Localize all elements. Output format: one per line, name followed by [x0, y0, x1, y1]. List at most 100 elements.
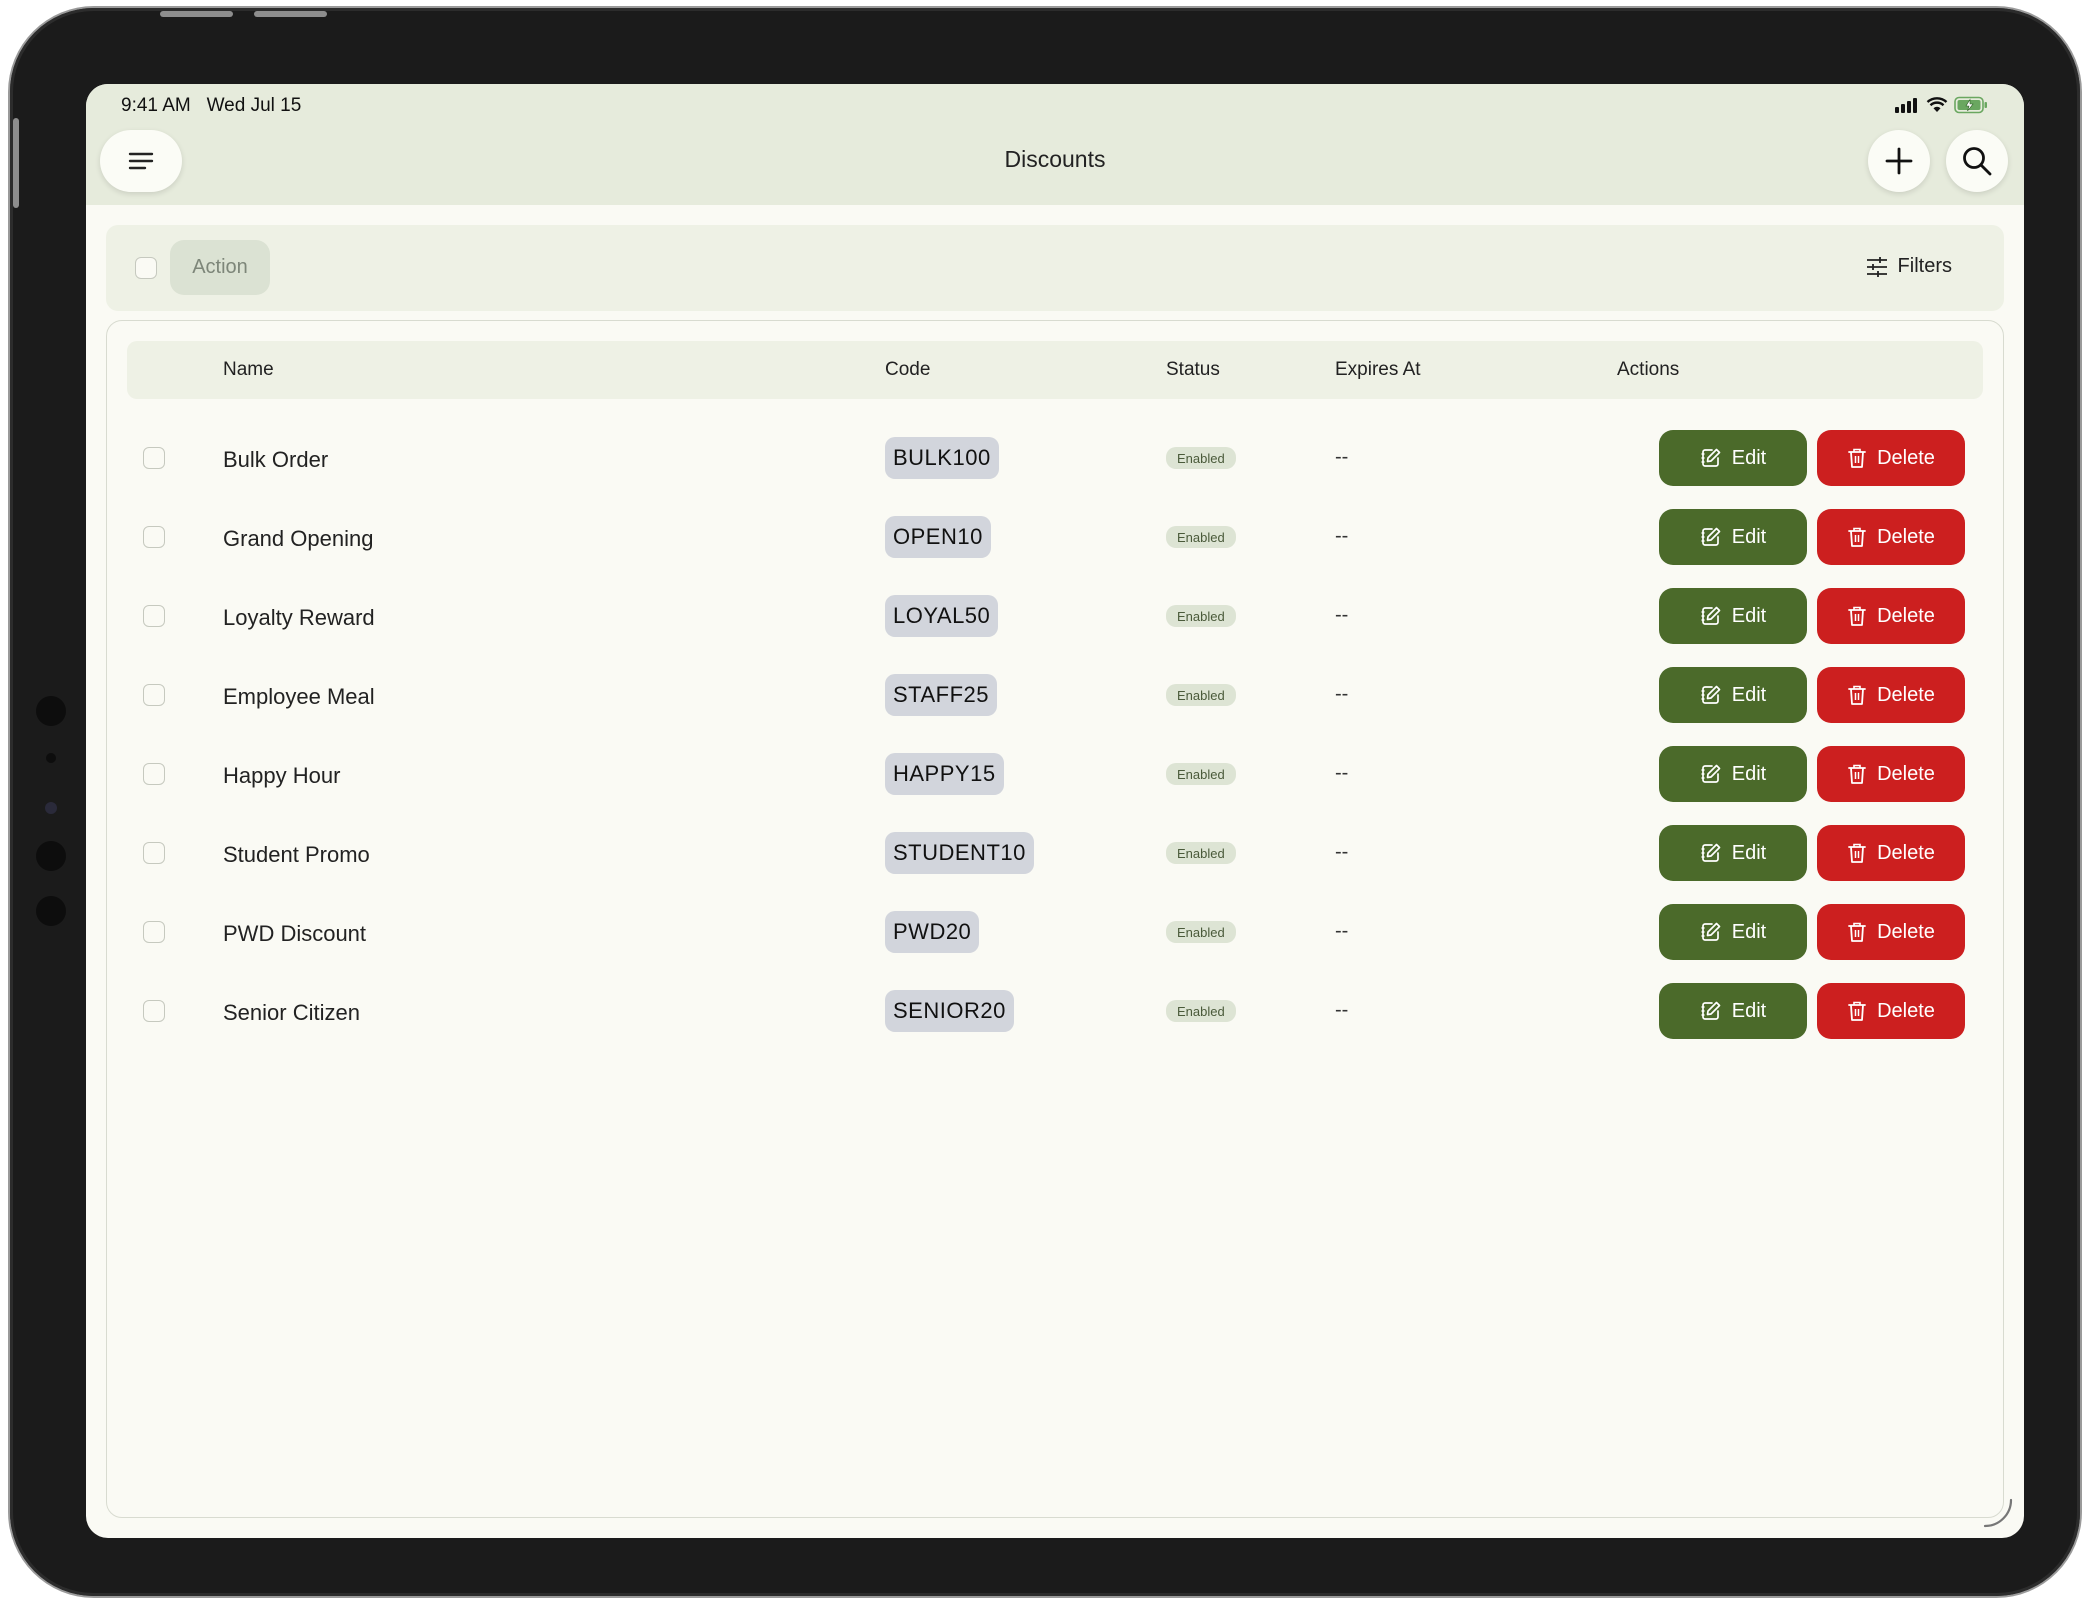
edit-icon — [1701, 922, 1721, 941]
status-badge: Enabled — [1166, 605, 1236, 627]
status-badge: Enabled — [1166, 526, 1236, 548]
edit-icon — [1701, 843, 1721, 862]
delete-label: Delete — [1877, 999, 1935, 1022]
delete-label: Delete — [1877, 920, 1935, 943]
column-header-status: Status — [1166, 359, 1220, 380]
discount-code-badge: LOYAL50 — [885, 595, 999, 637]
status-badge: Enabled — [1166, 763, 1236, 785]
edit-button[interactable]: Edit — [1659, 588, 1807, 644]
signal-icon — [1895, 98, 1917, 113]
power-button — [13, 118, 19, 208]
sliders-icon — [1866, 256, 1887, 277]
expires-at-value: -- — [1335, 920, 1349, 942]
table-row: Employee Meal STAFF25 Enabled -- Edit Delete — [107, 656, 2003, 735]
sensor-dot — [45, 802, 57, 814]
discount-code-badge: STUDENT10 — [885, 832, 1034, 874]
edit-icon — [1701, 448, 1721, 467]
camera-dot — [36, 896, 66, 926]
edit-button[interactable]: Edit — [1659, 746, 1807, 802]
expires-at-value: -- — [1335, 604, 1349, 626]
row-checkbox[interactable] — [143, 447, 165, 469]
discount-name: PWD Discount — [223, 921, 367, 946]
discount-name: Bulk Order — [223, 447, 329, 472]
edit-button[interactable]: Edit — [1659, 667, 1807, 723]
discount-code-badge: HAPPY15 — [885, 753, 1004, 795]
edit-button[interactable]: Edit — [1659, 430, 1807, 486]
select-all-checkbox[interactable] — [135, 257, 157, 279]
delete-button[interactable]: Delete — [1817, 746, 1965, 802]
app-screen: 9:41 AM Wed Jul 15 Discounts Action Filt… — [86, 84, 2024, 1538]
status-badge: Enabled — [1166, 1000, 1236, 1022]
discount-code-badge: OPEN10 — [885, 516, 991, 558]
camera-dot — [36, 841, 66, 871]
plus-icon — [1885, 147, 1913, 175]
trash-icon — [1848, 606, 1866, 626]
edit-label: Edit — [1731, 604, 1767, 627]
discount-name: Happy Hour — [223, 763, 341, 788]
edit-button[interactable]: Edit — [1659, 983, 1807, 1039]
edit-label: Edit — [1731, 920, 1767, 943]
expires-at-value: -- — [1335, 841, 1349, 863]
edit-label: Edit — [1731, 446, 1767, 469]
camera-dot — [36, 696, 66, 726]
discount-name: Student Promo — [223, 842, 370, 867]
discount-code-badge: STAFF25 — [885, 674, 998, 716]
table-row: Bulk Order BULK100 Enabled -- Edit Delete — [107, 419, 2003, 498]
tablet-frame: 9:41 AM Wed Jul 15 Discounts Action Filt… — [10, 8, 2080, 1596]
column-header-expires-at: Expires At — [1335, 359, 1421, 380]
edit-label: Edit — [1731, 999, 1767, 1022]
bulk-action-button[interactable]: Action — [170, 240, 270, 295]
discount-name: Grand Opening — [223, 526, 374, 551]
trash-icon — [1848, 1001, 1866, 1021]
edit-button[interactable]: Edit — [1659, 509, 1807, 565]
delete-button[interactable]: Delete — [1817, 825, 1965, 881]
status-bar-indicators — [1894, 96, 1988, 114]
status-badge: Enabled — [1166, 684, 1236, 706]
delete-label: Delete — [1877, 762, 1935, 785]
row-checkbox[interactable] — [143, 605, 165, 627]
row-checkbox[interactable] — [143, 526, 165, 548]
delete-button[interactable]: Delete — [1817, 588, 1965, 644]
battery-charging-icon — [1954, 96, 1987, 114]
time-text: 9:41 AM — [121, 95, 191, 116]
delete-button[interactable]: Delete — [1817, 983, 1965, 1039]
edit-button[interactable]: Edit — [1659, 825, 1807, 881]
row-checkbox[interactable] — [143, 763, 165, 785]
filters-button[interactable]: Filters — [1866, 255, 1952, 278]
delete-label: Delete — [1877, 604, 1935, 627]
edit-button[interactable]: Edit — [1659, 904, 1807, 960]
trash-icon — [1848, 764, 1866, 784]
expires-at-value: -- — [1335, 525, 1349, 547]
date-text: Wed Jul 15 — [206, 95, 302, 116]
add-button[interactable] — [1868, 130, 1930, 192]
status-badge: Enabled — [1166, 842, 1236, 864]
edit-label: Edit — [1731, 525, 1767, 548]
volume-down-button — [254, 11, 327, 17]
discount-name: Loyalty Reward — [223, 605, 375, 630]
delete-button[interactable]: Delete — [1817, 904, 1965, 960]
trash-icon — [1848, 685, 1866, 705]
row-checkbox[interactable] — [143, 1000, 165, 1022]
row-checkbox[interactable] — [143, 921, 165, 943]
table-row: PWD Discount PWD20 Enabled -- Edit Delete — [107, 893, 2003, 972]
trash-icon — [1848, 922, 1866, 942]
table-row: Senior Citizen SENIOR20 Enabled -- Edit Delet… — [107, 972, 2003, 1051]
discount-name: Senior Citizen — [223, 1000, 360, 1025]
trash-icon — [1848, 843, 1866, 863]
table-toolbar: Action Filters — [106, 225, 2004, 311]
delete-label: Delete — [1877, 683, 1935, 706]
expires-at-value: -- — [1335, 446, 1349, 468]
discount-code-badge: SENIOR20 — [885, 990, 1014, 1032]
table-row: Loyalty Reward LOYAL50 Enabled -- Edit Delete — [107, 577, 2003, 656]
edit-label: Edit — [1731, 683, 1767, 706]
search-button[interactable] — [1946, 130, 2008, 192]
delete-button[interactable]: Delete — [1817, 509, 1965, 565]
delete-button[interactable]: Delete — [1817, 667, 1965, 723]
delete-button[interactable]: Delete — [1817, 430, 1965, 486]
row-checkbox[interactable] — [143, 842, 165, 864]
expires-at-value: -- — [1335, 762, 1349, 784]
discount-code-badge: PWD20 — [885, 911, 980, 953]
discounts-table: Name Code Status Expires At Actions Bulk… — [106, 320, 2004, 1518]
row-checkbox[interactable] — [143, 684, 165, 706]
edit-label: Edit — [1731, 841, 1767, 864]
